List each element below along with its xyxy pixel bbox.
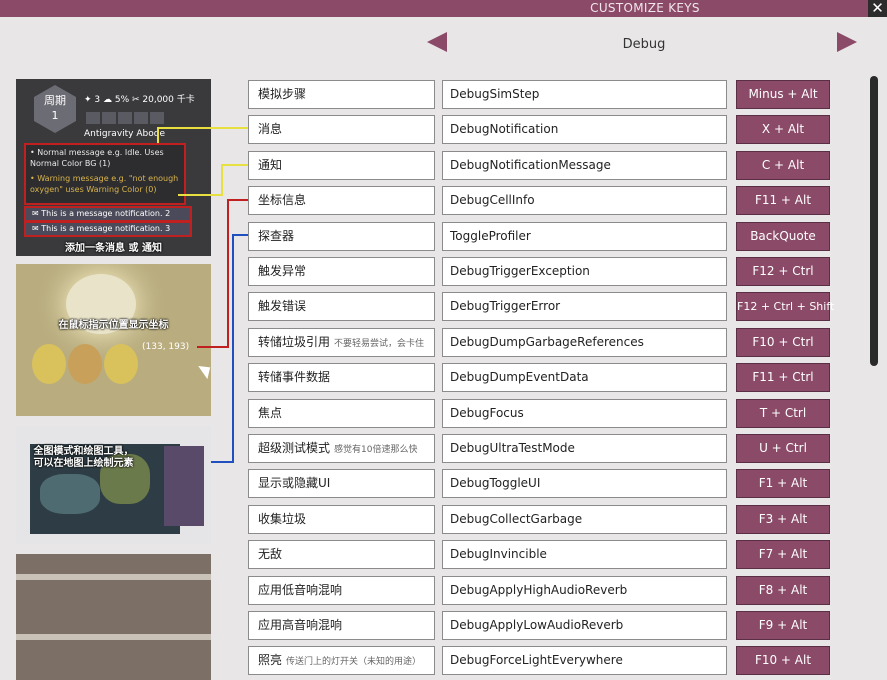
binding-name: 显示或隐藏UI (248, 469, 435, 498)
key-binding-button[interactable]: BackQuote (736, 222, 830, 251)
binding-name-label: 触发错误 (258, 299, 307, 313)
binding-name-label: 无敌 (258, 547, 283, 561)
binding-name: 触发错误 (248, 292, 435, 321)
key-binding-button[interactable]: X + Alt (736, 115, 830, 144)
key-binding-row: 无敌 DebugInvincible F7 + Alt (0, 540, 887, 571)
binding-action: DebugTriggerException (442, 257, 727, 286)
binding-name: 转储事件数据 (248, 363, 435, 392)
binding-action: ToggleProfiler (442, 222, 727, 251)
binding-name: 消息 (248, 115, 435, 144)
key-binding-row: 显示或隐藏UI DebugToggleUI F1 + Alt (0, 469, 887, 500)
binding-action: DebugNotificationMessage (442, 151, 727, 180)
key-binding-row: 触发异常 DebugTriggerException F12 + Ctrl (0, 257, 887, 288)
binding-action: DebugDumpGarbageReferences (442, 328, 727, 357)
key-binding-row: 应用低音响混响 DebugApplyHighAudioReverb F8 + Alt (0, 576, 887, 607)
key-binding-button[interactable]: F11 + Alt (736, 186, 830, 215)
binding-note: 感觉有10倍速那么快 (334, 445, 418, 455)
binding-name: 应用高音响混响 (248, 611, 435, 640)
binding-name-label: 触发异常 (258, 264, 307, 278)
binding-name-label: 模拟步骤 (258, 87, 307, 101)
key-binding-button[interactable]: F1 + Alt (736, 469, 830, 498)
key-binding-button[interactable]: F10 + Ctrl (736, 328, 830, 357)
binding-name: 通知 (248, 151, 435, 180)
key-binding-row: 转储垃圾引用 不要轻易尝试，会卡住 DebugDumpGarbageReferenc… (0, 328, 887, 359)
binding-name-label: 显示或隐藏UI (258, 476, 331, 490)
binding-action: DebugUltraTestMode (442, 434, 727, 463)
key-binding-button[interactable]: F7 + Alt (736, 540, 830, 569)
binding-name-label: 转储事件数据 (258, 370, 331, 384)
key-binding-row: 转储事件数据 DebugDumpEventData F11 + Ctrl (0, 363, 887, 394)
binding-name-label: 应用高音响混响 (258, 618, 343, 632)
key-binding-button[interactable]: Minus + Alt (736, 80, 830, 109)
binding-name: 照亮 传送门上的灯开关（未知的用途） (248, 646, 435, 675)
key-binding-row: 通知 DebugNotificationMessage C + Alt (0, 151, 887, 182)
key-binding-button[interactable]: F11 + Ctrl (736, 363, 830, 392)
binding-action: DebugSimStep (442, 80, 727, 109)
key-binding-button[interactable]: C + Alt (736, 151, 830, 180)
key-binding-row: 超级测试模式 感觉有10倍速那么快 DebugUltraTestMode U + Ct… (0, 434, 887, 465)
binding-name: 无敌 (248, 540, 435, 569)
binding-name: 坐标信息 (248, 186, 435, 215)
binding-name: 超级测试模式 感觉有10倍速那么快 (248, 434, 435, 463)
binding-name-label: 转储垃圾引用 (258, 335, 331, 349)
key-binding-row: 收集垃圾 DebugCollectGarbage F3 + Alt (0, 505, 887, 536)
binding-note: 传送门上的灯开关（未知的用途） (286, 657, 422, 667)
binding-name: 应用低音响混响 (248, 576, 435, 605)
key-binding-button[interactable]: U + Ctrl (736, 434, 830, 463)
key-binding-button[interactable]: F8 + Alt (736, 576, 830, 605)
key-binding-button[interactable]: F9 + Alt (736, 611, 830, 640)
binding-name-label: 通知 (258, 158, 283, 172)
binding-action: DebugDumpEventData (442, 363, 727, 392)
binding-name: 触发异常 (248, 257, 435, 286)
binding-action: DebugToggleUI (442, 469, 727, 498)
key-binding-row: 焦点 DebugFocus T + Ctrl (0, 399, 887, 430)
key-binding-button[interactable]: F3 + Alt (736, 505, 830, 534)
key-binding-button[interactable]: F10 + Alt (736, 646, 830, 675)
binding-name: 模拟步骤 (248, 80, 435, 109)
binding-name-label: 超级测试模式 (258, 441, 331, 455)
binding-name-label: 坐标信息 (258, 193, 307, 207)
binding-action: DebugForceLightEverywhere (442, 646, 727, 675)
key-binding-row: 照亮 传送门上的灯开关（未知的用途） DebugForceLightEverywhe… (0, 646, 887, 677)
binding-action: DebugCollectGarbage (442, 505, 727, 534)
binding-name-label: 应用低音响混响 (258, 583, 343, 597)
key-binding-button[interactable]: F12 + Ctrl + Shift (736, 292, 834, 321)
binding-name-label: 照亮 (258, 653, 283, 667)
binding-name: 收集垃圾 (248, 505, 435, 534)
binding-action: DebugCellInfo (442, 186, 727, 215)
binding-action: DebugInvincible (442, 540, 727, 569)
binding-name: 转储垃圾引用 不要轻易尝试，会卡住 (248, 328, 435, 357)
key-binding-row: 触发错误 DebugTriggerError F12 + Ctrl + Shift (0, 292, 887, 323)
binding-action: DebugApplyLowAudioReverb (442, 611, 727, 640)
binding-action: DebugTriggerError (442, 292, 727, 321)
key-binding-row: 坐标信息 DebugCellInfo F11 + Alt (0, 186, 887, 217)
key-binding-button[interactable]: T + Ctrl (736, 399, 830, 428)
binding-name-label: 探查器 (258, 229, 295, 243)
binding-name: 焦点 (248, 399, 435, 428)
binding-name: 探查器 (248, 222, 435, 251)
key-binding-button[interactable]: F12 + Ctrl (736, 257, 830, 286)
binding-name-label: 收集垃圾 (258, 512, 307, 526)
binding-name-label: 消息 (258, 122, 283, 136)
binding-action: DebugFocus (442, 399, 727, 428)
key-binding-row: 消息 DebugNotification X + Alt (0, 115, 887, 146)
key-binding-row: 模拟步骤 DebugSimStep Minus + Alt (0, 80, 887, 111)
key-binding-row: 应用高音响混响 DebugApplyLowAudioReverb F9 + Alt (0, 611, 887, 642)
binding-note: 不要轻易尝试，会卡住 (334, 339, 425, 349)
binding-action: DebugNotification (442, 115, 727, 144)
key-binding-row: 探查器 ToggleProfiler BackQuote (0, 222, 887, 253)
scrollbar[interactable] (870, 76, 878, 366)
binding-action: DebugApplyHighAudioReverb (442, 576, 727, 605)
binding-name-label: 焦点 (258, 406, 283, 420)
